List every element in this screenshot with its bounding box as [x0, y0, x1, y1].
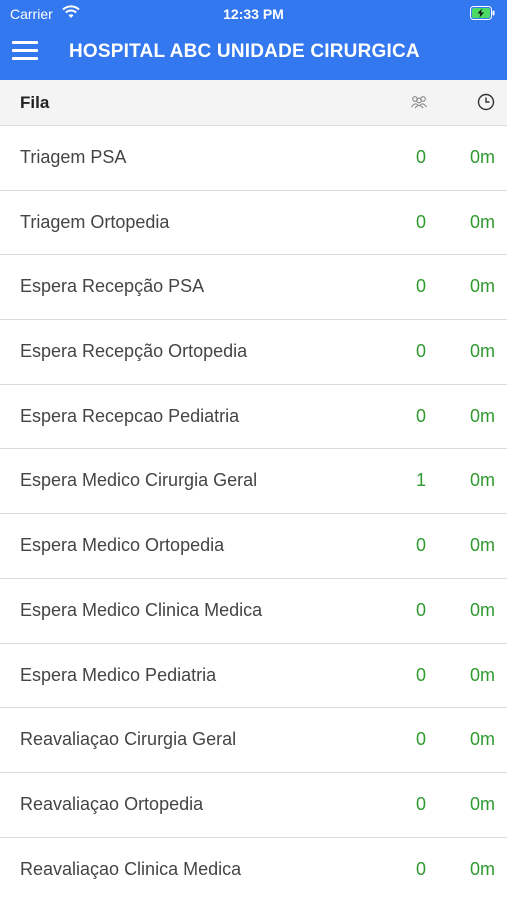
battery-charging-icon: [470, 6, 495, 20]
queue-column-label: Fila: [20, 93, 50, 112]
hamburger-menu-icon[interactable]: [12, 41, 40, 63]
queue-wait-time: 0m: [469, 858, 495, 879]
queue-name: Espera Recepção Ortopedia: [20, 341, 248, 362]
queue-count: 0: [415, 276, 426, 297]
queue-wait-time: 0m: [469, 729, 495, 750]
queue-count: 0: [415, 793, 426, 814]
queue-list: Triagem PSA 0 0m Triagem Ortopedia 0 0m …: [0, 126, 507, 900]
list-item[interactable]: Espera Recepção Ortopedia 0 0m: [0, 320, 507, 385]
queue-count: 0: [415, 535, 426, 556]
app-screen: Carrier 12:33 PM HOSPITAL ABC UNIDADE CI…: [0, 0, 507, 900]
queue-count: 0: [415, 664, 426, 685]
queue-wait-time: 0m: [469, 405, 495, 426]
queue-name: Espera Medico Pediatria: [20, 664, 217, 685]
queue-name: Reavaliaçao Cirurgia Geral: [20, 729, 237, 750]
list-item[interactable]: Espera Recepcao Pediatria 0 0m: [0, 385, 507, 450]
page-title: HOSPITAL ABC UNIDADE CIRURGICA: [69, 41, 420, 62]
list-item[interactable]: Espera Recepção PSA 0 0m: [0, 255, 507, 321]
queue-name: Espera Medico Clinica Medica: [20, 599, 263, 620]
queue-count: 0: [415, 858, 426, 879]
list-item[interactable]: Espera Medico Pediatria 0 0m: [0, 644, 507, 709]
top-bar: Carrier 12:33 PM HOSPITAL ABC UNIDADE CI…: [0, 0, 507, 80]
clock-icon: [477, 93, 495, 111]
queue-wait-time: 0m: [469, 211, 495, 232]
queue-count: 0: [415, 599, 426, 620]
queue-count: 0: [415, 211, 426, 232]
list-item[interactable]: Triagem PSA 0 0m: [0, 126, 507, 191]
list-item[interactable]: Reavaliaçao Clinica Medica 0 0m: [0, 838, 507, 900]
queue-count: 0: [415, 147, 426, 167]
queue-wait-time: 0m: [469, 276, 495, 297]
list-item[interactable]: Espera Medico Cirurgia Geral 1 0m: [0, 449, 507, 515]
queue-name: Triagem PSA: [20, 147, 127, 167]
queue-wait-time: 0m: [469, 793, 495, 814]
queue-wait-time: 0m: [469, 599, 495, 620]
queue-wait-time: 0m: [469, 147, 495, 167]
queue-name: Espera Recepção PSA: [20, 276, 205, 297]
people-icon: [411, 96, 427, 109]
list-item[interactable]: Espera Medico Clinica Medica 0 0m: [0, 579, 507, 644]
queue-name: Triagem Ortopedia: [20, 211, 170, 232]
list-column-header: Fila: [0, 80, 507, 126]
queue-wait-time: 0m: [469, 341, 495, 362]
list-item[interactable]: Reavaliaçao Cirurgia Geral 0 0m: [0, 708, 507, 773]
queue-wait-time: 0m: [469, 470, 495, 491]
list-item[interactable]: Reavaliaçao Ortopedia 0 0m: [0, 773, 507, 838]
queue-count: 1: [415, 470, 426, 491]
queue-count: 0: [415, 729, 426, 750]
queue-name: Reavaliaçao Ortopedia: [20, 793, 204, 814]
queue-name: Reavaliaçao Clinica Medica: [20, 858, 242, 879]
queue-count: 0: [415, 341, 426, 362]
navigation-bar: HOSPITAL ABC UNIDADE CIRURGICA: [0, 30, 507, 80]
list-item[interactable]: Espera Medico Ortopedia 0 0m: [0, 514, 507, 579]
status-bar: Carrier 12:33 PM: [0, 0, 507, 30]
queue-name: Espera Medico Ortopedia: [20, 535, 225, 556]
queue-wait-time: 0m: [469, 664, 495, 685]
queue-wait-time: 0m: [469, 535, 495, 556]
list-item[interactable]: Triagem Ortopedia 0 0m: [0, 191, 507, 256]
queue-count: 0: [415, 405, 426, 426]
clock-time: 12:33 PM: [223, 6, 284, 22]
queue-name: Espera Recepcao Pediatria: [20, 405, 240, 426]
queue-name: Espera Medico Cirurgia Geral: [20, 470, 258, 491]
